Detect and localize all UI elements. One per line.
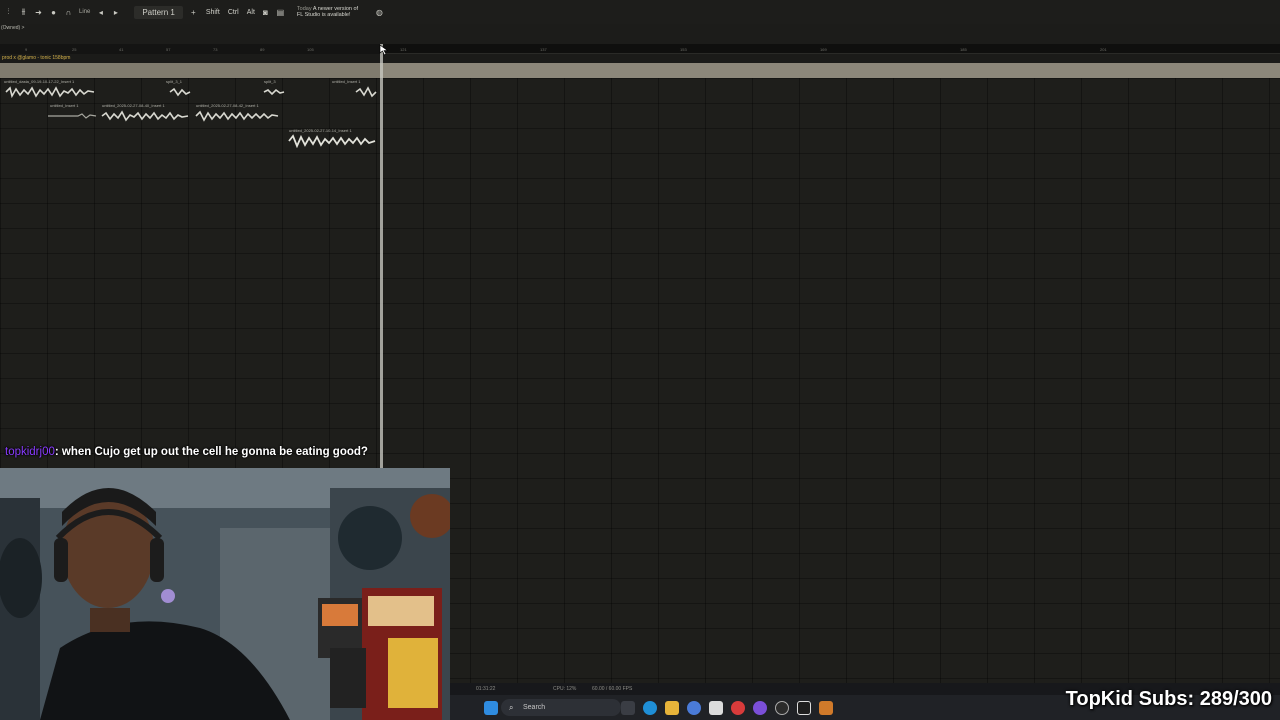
clip-name: untitled_Insert 1 [332, 79, 361, 84]
arrow-right-icon[interactable]: ➜ [34, 8, 43, 17]
file-explorer-icon[interactable] [665, 701, 679, 715]
ruler-tick: 57 [166, 47, 171, 52]
refresh-icon[interactable]: ◍ [375, 8, 384, 17]
ruler-tick: 89 [260, 47, 265, 52]
cart-icon[interactable]: ▤ [276, 8, 285, 17]
ruler-tick: 25 [72, 47, 77, 52]
copilot-icon[interactable] [687, 701, 701, 715]
clip-name: untitled_2025-02-27-08-42_Insert 1 [196, 103, 259, 108]
pattern-selector[interactable]: Pattern 1 [134, 5, 183, 19]
owned-label[interactable]: (Owned) > [1, 25, 24, 31]
hint-bubble-icon[interactable]: ◙ [261, 8, 270, 17]
taskbar-search[interactable]: ⌕ Search [501, 699, 621, 716]
app-icon[interactable] [797, 701, 811, 715]
previous-icon[interactable]: ◂ [96, 8, 105, 17]
ruler-tick: 105 [307, 47, 314, 52]
waveform [169, 87, 191, 97]
ruler-tick: 9 [25, 47, 28, 52]
store-icon[interactable] [709, 701, 723, 715]
chrome-icon[interactable] [731, 701, 745, 715]
waveform [263, 88, 285, 96]
next-icon[interactable]: ▸ [111, 8, 120, 17]
news-panel[interactable]: Today A newer version of FL Studio is av… [297, 6, 367, 18]
task-view-icon[interactable] [621, 701, 635, 715]
browser-strip: (Owned) > [0, 24, 1280, 50]
waveform [288, 134, 376, 148]
microphone-icon[interactable]: ● [49, 8, 58, 17]
waveform [355, 86, 377, 98]
playlist-overview[interactable] [0, 37, 347, 50]
ruler-tick: 73 [213, 47, 218, 52]
chat-text: : when Cujo get up out the cell he gonna… [54, 446, 368, 458]
ruler-tick: 185 [960, 47, 967, 52]
ruler-tick: 121 [400, 47, 407, 52]
clip-name: split_3 [264, 79, 276, 84]
chat-username: topkidrj00 [5, 446, 55, 458]
timeline-ruler[interactable]: 9 25 41 57 73 89 105 121 137 153 169 185… [0, 44, 1280, 54]
audio-clip[interactable]: untitled_dasta_09-19-10-17-22_Insert 1 [2, 79, 98, 101]
project-title: prod x @glamo - tonic 158bpm [2, 55, 71, 61]
clip-name: split_3_1 [166, 79, 183, 84]
ruler-tick: 169 [820, 47, 827, 52]
ctrl-key[interactable]: Ctrl [228, 9, 239, 16]
waveform [48, 113, 97, 119]
webcam-scene [0, 468, 450, 720]
search-icon: ⌕ [509, 703, 514, 712]
magnet-icon[interactable]: ∩ [64, 8, 73, 17]
chat-message: topkidrj00: when Cujo get up out the cel… [5, 446, 368, 458]
audio-clip[interactable]: untitled_2025-02-27-08-42_Insert 1 [194, 103, 282, 125]
mouse-cursor-icon [379, 44, 389, 56]
waveform [5, 86, 95, 99]
subs-goal-overlay: TopKid Subs: 289/300 [1065, 688, 1272, 710]
audio-clip[interactable]: untitled_Insert 1 [48, 103, 98, 125]
cpu-usage: CPU: 12% [553, 686, 577, 692]
audio-clip[interactable]: split_3 [262, 79, 286, 101]
audio-clip[interactable]: untitled_2025-02-27-10-14_Insert 1 [287, 128, 377, 150]
ruler-tick: 201 [1100, 47, 1107, 52]
audio-clip[interactable]: split_3_1 [164, 79, 194, 101]
ruler-tick: 137 [540, 47, 547, 52]
windows-start-icon[interactable] [484, 701, 498, 715]
ruler-tick: 153 [680, 47, 687, 52]
fps-readout: 60.00 / 60.00 FPS [592, 686, 633, 692]
project-title-bar: prod x @glamo - tonic 158bpm [0, 54, 1280, 63]
waveform [101, 110, 189, 122]
ruler-tick: 41 [119, 47, 124, 52]
clip-name: untitled_dasta_09-19-10-17-22_Insert 1 [4, 79, 75, 84]
news-subline: FL Studio is available! [296, 12, 351, 18]
snap-mode-label[interactable]: Line [79, 9, 90, 15]
clip-name: untitled_2025-02-27-10-14_Insert 1 [289, 128, 352, 133]
loop-marker-band[interactable] [0, 63, 1280, 78]
shift-key[interactable]: Shift [206, 9, 220, 16]
mixer-icon[interactable]: ⫶ [4, 7, 13, 17]
fl-studio-icon[interactable] [819, 701, 833, 715]
search-placeholder: Search [523, 704, 546, 711]
ruler-selection [0, 44, 383, 54]
playhead[interactable] [380, 44, 383, 468]
clip-name: untitled_2025-02-27-08-40_Insert 1 [102, 103, 165, 108]
stream-time: 01:31:22 [476, 686, 496, 692]
waveform [195, 110, 279, 122]
obs-icon[interactable] [775, 701, 789, 715]
sliders-icon[interactable]: ⫵ [19, 7, 28, 17]
edge-browser-icon[interactable] [643, 701, 657, 715]
fl-toolbar: ⫶ ⫵ ➜ ● ∩ Line ◂ ▸ Pattern 1 + Shift Ctr… [0, 0, 1280, 24]
loop-region[interactable] [0, 63, 383, 78]
discord-icon[interactable] [753, 701, 767, 715]
webcam-feed [0, 468, 450, 720]
clip-name: untitled_Insert 1 [50, 103, 79, 108]
audio-clip[interactable]: untitled_2025-02-27-08-40_Insert 1 [100, 103, 190, 125]
alt-key[interactable]: Alt [247, 9, 255, 16]
add-pattern-icon[interactable]: + [189, 8, 198, 17]
audio-clip[interactable]: untitled_Insert 1 [330, 79, 378, 101]
